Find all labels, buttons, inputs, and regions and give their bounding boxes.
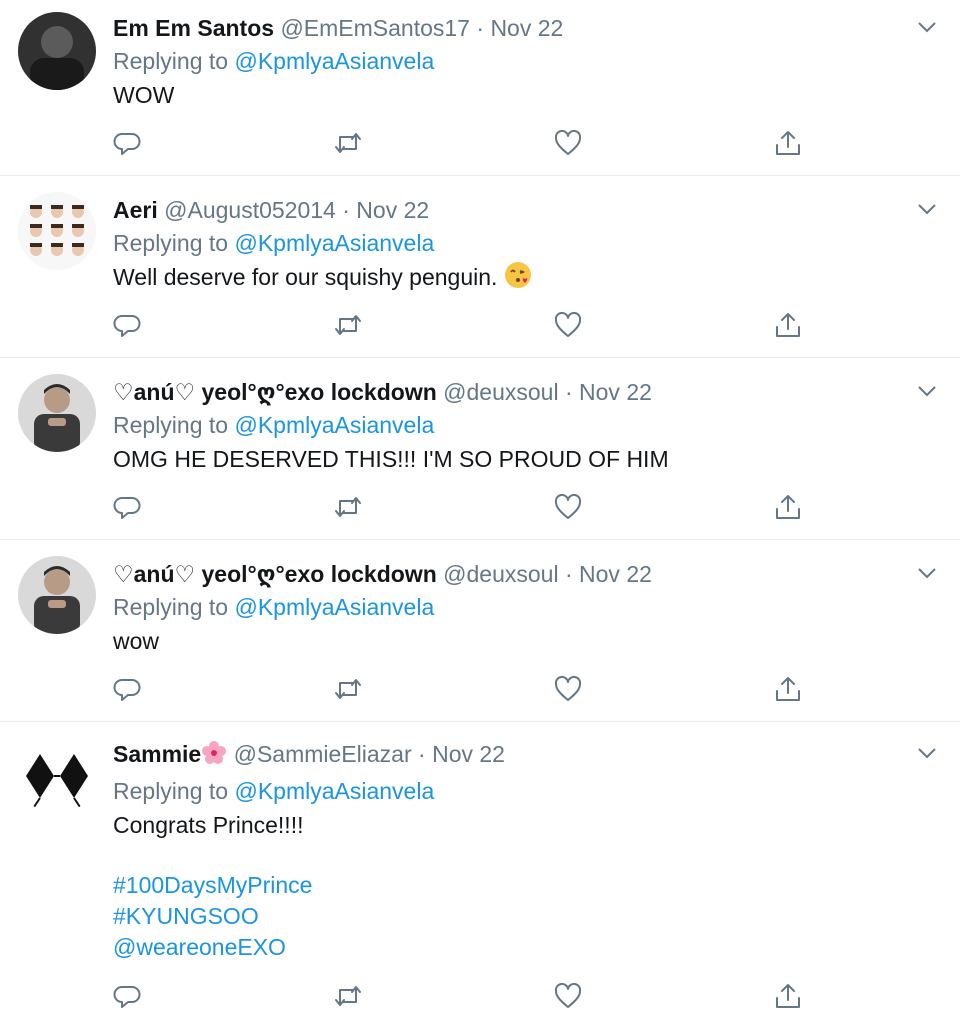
tweet-text: wow [113,628,160,654]
tweet-text: Congrats Prince!!!! [113,812,304,838]
retweet-icon[interactable] [333,128,363,158]
replying-to: Replying to @KpmlyaAsianvela [113,408,900,442]
tweet-text: OMG HE DESERVED THIS!!! I'M SO PROUD OF … [113,446,669,472]
avatar[interactable] [18,374,96,452]
replying-to-label: Replying to [113,230,229,256]
user-handle[interactable]: @SammieEliazar [234,741,412,767]
reply-icon[interactable] [113,310,143,340]
mention-link[interactable]: @weareoneEXO [113,932,900,963]
user-handle[interactable]: @deuxsoul [443,561,558,587]
tweet-date[interactable]: Nov 22 [579,561,652,587]
tweet-2[interactable]: Aeri @August052014 · Nov 22 Replying to … [0,176,960,358]
replying-to-label: Replying to [113,48,229,74]
tweet-1[interactable]: Em Em Santos @EmEmSantos17 · Nov 22 Repl… [0,0,960,176]
separator-dot: · [418,741,426,767]
share-icon[interactable] [773,128,803,158]
tweet-date[interactable]: Nov 22 [432,741,505,767]
display-name[interactable]: Aeri [113,197,158,223]
share-icon[interactable] [773,674,803,704]
tweet-text: Well deserve for our squishy penguin. [113,264,498,290]
replying-to-mention[interactable]: @KpmlyaAsianvela [234,230,434,256]
share-icon[interactable] [773,492,803,522]
tweet-date[interactable]: Nov 22 [490,15,563,41]
tweet-text-wrap: Well deserve for our squishy penguin. [113,260,900,298]
retweet-icon[interactable] [333,674,363,704]
tweet-4[interactable]: ♡anú♡ yeol°ღ°exo lockdown @deuxsoul · No… [0,540,960,722]
avatar[interactable] [18,192,96,270]
replying-to: Replying to @KpmlyaAsianvela [113,44,900,78]
display-name[interactable]: Em Em Santos [113,15,274,41]
avatar[interactable] [18,12,96,90]
replying-to-mention[interactable]: @KpmlyaAsianvela [234,778,434,804]
avatar[interactable] [18,556,96,634]
like-icon[interactable] [553,674,583,704]
hashtag-link[interactable]: #100DaysMyPrince [113,870,900,901]
display-name[interactable]: ♡anú♡ yeol°ღ°exo lockdown [113,561,437,587]
like-icon[interactable] [553,128,583,158]
separator-dot: · [342,197,350,223]
user-handle[interactable]: @deuxsoul [443,379,558,405]
like-icon[interactable] [553,492,583,522]
replying-to-mention[interactable]: @KpmlyaAsianvela [234,412,434,438]
display-name[interactable]: Sammie [113,741,201,767]
separator-dot: · [564,561,573,587]
reply-icon[interactable] [113,674,143,704]
replying-to-mention[interactable]: @KpmlyaAsianvela [234,48,434,74]
cherry-blossom-icon [201,740,227,774]
separator-dot: · [476,15,485,41]
like-icon[interactable] [553,310,583,340]
display-name[interactable]: ♡anú♡ yeol°ღ°exo lockdown [113,379,437,405]
reply-icon[interactable] [113,981,143,1011]
replying-to: Replying to @KpmlyaAsianvela [113,226,900,260]
replying-to: Replying to @KpmlyaAsianvela [113,590,900,624]
replying-to: Replying to @KpmlyaAsianvela [113,774,900,808]
reply-icon[interactable] [113,492,143,522]
tweet-date[interactable]: Nov 22 [356,197,429,223]
replying-to-label: Replying to [113,778,229,804]
share-icon[interactable] [773,310,803,340]
user-handle[interactable]: @August052014 [164,197,336,223]
chevron-down-icon[interactable] [916,16,938,38]
separator-dot: · [564,379,573,405]
chevron-down-icon[interactable] [916,380,938,402]
replying-to-label: Replying to [113,412,229,438]
chevron-down-icon[interactable] [916,562,938,584]
chevron-down-icon[interactable] [916,198,938,220]
retweet-icon[interactable] [333,310,363,340]
replying-to-mention[interactable]: @KpmlyaAsianvela [234,594,434,620]
chevron-down-icon[interactable] [916,742,938,764]
kiss-emoji-icon [504,261,532,298]
replying-to-label: Replying to [113,594,229,620]
tweet-3[interactable]: ♡anú♡ yeol°ღ°exo lockdown @deuxsoul · No… [0,358,960,540]
tweet-5[interactable]: Sammie @SammieEliazar · Nov 22 Replying … [0,722,960,1021]
tweet-text: WOW [113,82,175,108]
tweet-date[interactable]: Nov 22 [579,379,652,405]
hashtag-link[interactable]: #KYUNGSOO [113,901,900,932]
share-icon[interactable] [773,981,803,1011]
like-icon[interactable] [553,981,583,1011]
retweet-icon[interactable] [333,981,363,1011]
avatar[interactable] [18,736,96,814]
reply-icon[interactable] [113,128,143,158]
retweet-icon[interactable] [333,492,363,522]
user-handle[interactable]: @EmEmSantos17 [280,15,470,41]
